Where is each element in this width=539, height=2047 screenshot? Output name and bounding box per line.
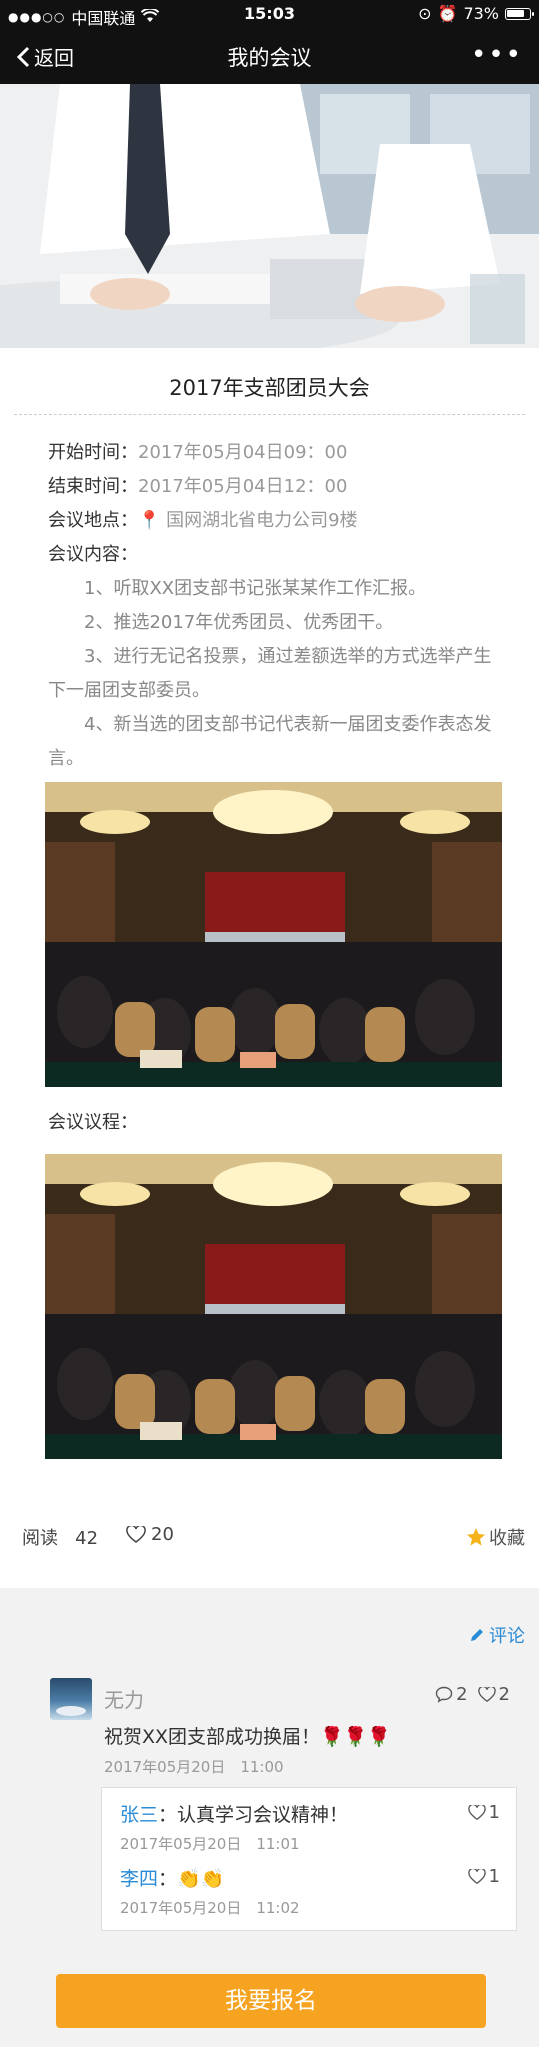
battery-percent: 73% (463, 4, 499, 23)
reply-item: 李四：👏👏 2017年05月20日 11:02 1 (120, 1864, 500, 1918)
event-title: 2017年支部团员大会 (169, 376, 370, 400)
location-pin-icon: 📍 (138, 510, 161, 531)
comment-like-button[interactable]: 2 (477, 1684, 510, 1705)
reply-like-button[interactable]: 1 (467, 1802, 500, 1823)
status-bar: ●●●○○ 中国联通 15:03 ⊙ ⏰ 73% (0, 0, 539, 28)
agenda-photo (45, 1154, 502, 1459)
reply-text: ：认真学习会议精神！ (158, 1804, 349, 1826)
reply-author[interactable]: 李四 (120, 1868, 158, 1890)
alarm-icon: ⏰ (437, 4, 458, 23)
location-row: 会议地点：📍 国网湖北省电力公司9楼 (48, 504, 508, 538)
reply-time: 2017年05月20日 11:02 (120, 1899, 300, 1917)
read-label: 阅读 (22, 1528, 58, 1549)
content-item: 3、进行无记名投票，通过差额选举的方式选举产生下一届团支部委员。 (48, 646, 492, 701)
conference-photo (45, 782, 502, 1087)
reply-item: 张三：认真学习会议精神！ 2017年05月20日 11:01 1 (120, 1800, 500, 1854)
heart-icon (467, 1868, 486, 1884)
more-icon[interactable]: ••• (471, 40, 523, 70)
stats-row: 阅读 42 20 收藏 (0, 1522, 539, 1560)
reply-text: ：👏👏 (158, 1868, 225, 1890)
comment-time: 2017年05月20日 11:00 (104, 1758, 284, 1776)
reply-like-count: 1 (488, 1802, 500, 1823)
page-title: 我的会议 (227, 46, 312, 70)
read-count: 阅读 42 (22, 1524, 98, 1550)
comment-like-count: 2 (498, 1684, 510, 1705)
location-label: 会议地点： (48, 510, 138, 531)
agenda-label: 会议议程： (48, 1112, 138, 1133)
end-time-label: 结束时间： (48, 476, 138, 497)
dashed-divider (14, 414, 525, 415)
reply-count: 2 (456, 1684, 468, 1705)
end-time-value: 2017年05月04日12：00 (138, 476, 348, 497)
avatar[interactable] (50, 1678, 92, 1720)
content-item: 1、听取XX团支部书记张某某作工作汇报。 (84, 578, 427, 599)
start-time-label: 开始时间： (48, 442, 138, 463)
favorite-button[interactable]: 收藏 (466, 1524, 525, 1550)
reply-time: 2017年05月20日 11:01 (120, 1835, 300, 1853)
reply-list: 张三：认真学习会议精神！ 2017年05月20日 11:01 1 李四：👏👏 2… (101, 1787, 517, 1931)
speech-bubble-icon (435, 1686, 453, 1703)
like-button[interactable]: 20 (126, 1524, 174, 1545)
content-item: 2、推选2017年优秀团员、优秀团干。 (84, 612, 394, 633)
start-time-value: 2017年05月04日09：00 (138, 442, 348, 463)
content-label-row: 会议内容： (48, 538, 508, 572)
comment-author: 无力 (104, 1688, 144, 1712)
heart-icon (477, 1686, 496, 1702)
read-value: 42 (75, 1528, 99, 1549)
location-value: 国网湖北省电力公司9楼 (166, 510, 358, 531)
nav-bar: 返回 我的会议 ••• (0, 28, 539, 84)
end-time-row: 结束时间：2017年05月04日12：00 (48, 470, 508, 504)
rotation-lock-icon: ⊙ (418, 4, 432, 23)
comment-link-label: 评论 (489, 1626, 525, 1647)
content-label: 会议内容： (48, 544, 138, 565)
heart-icon (467, 1804, 486, 1820)
battery-icon (505, 7, 534, 20)
reply-like-count: 1 (488, 1866, 500, 1887)
start-time-row: 开始时间：2017年05月04日09：00 (48, 436, 508, 470)
write-comment-button[interactable]: 评论 (469, 1622, 525, 1648)
meeting-content: 1、听取XX团支部书记张某某作工作汇报。 2、推选2017年优秀团员、优秀团干。… (48, 572, 500, 776)
comment-text: 祝贺XX团支部成功换届！🌹🌹🌹 (104, 1726, 392, 1748)
like-count: 20 (151, 1524, 174, 1545)
content-item: 4、新当选的团支部书记代表新一届团支委作表态发言。 (48, 714, 492, 769)
reply-button[interactable]: 2 (435, 1684, 468, 1705)
reply-like-button[interactable]: 1 (467, 1866, 500, 1887)
hero-image (0, 84, 539, 348)
comment-actions: 2 2 (435, 1684, 510, 1705)
pencil-icon (471, 1629, 483, 1641)
signup-button[interactable]: 我要报名 (56, 1974, 486, 2028)
reply-author[interactable]: 张三 (120, 1804, 158, 1826)
heart-icon (126, 1525, 146, 1543)
star-icon (467, 1528, 485, 1546)
favorite-label: 收藏 (489, 1528, 525, 1549)
